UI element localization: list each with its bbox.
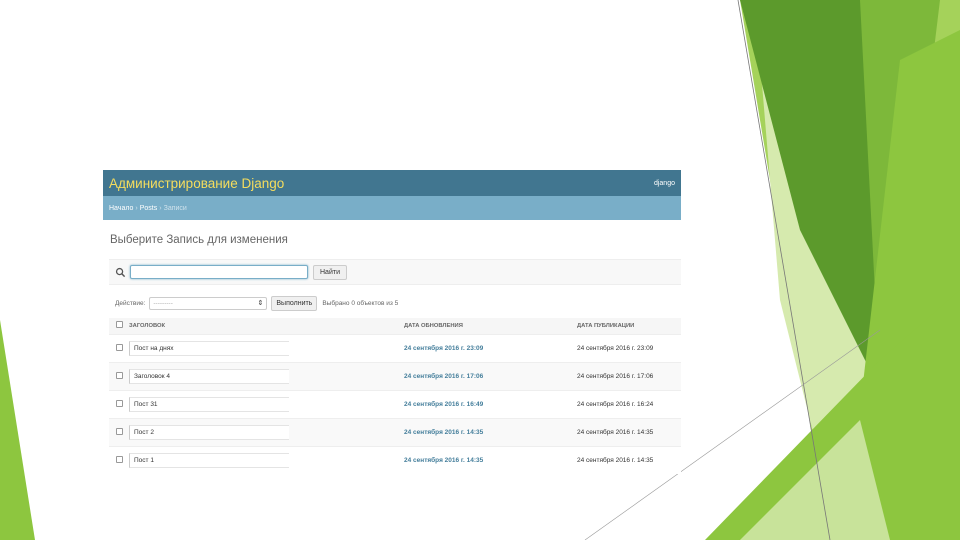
user-name: django <box>653 179 675 187</box>
table-row: Пост 1 24 сентября 2016 г. 14:35 24 сент… <box>109 446 681 474</box>
run-action-button[interactable]: Выполнить <box>271 295 318 311</box>
row-title-field[interactable]: Пост 2 <box>129 424 289 440</box>
row-published: 24 сентября 2016 г. 14:35 <box>577 456 654 464</box>
row-published: 24 сентября 2016 г. 16:24 <box>577 400 654 408</box>
row-title-field[interactable]: Пост 31 <box>129 396 289 412</box>
row-title-field[interactable]: Пост на днях <box>129 340 289 356</box>
row-updated-link[interactable]: 24 сентября 2016 г. 14:35 <box>404 457 483 464</box>
admin-header: Администрирование Django django <box>103 170 681 196</box>
action-select[interactable]: --------- ⇕ <box>149 296 268 310</box>
row-published: 24 сентября 2016 г. 17:06 <box>577 372 654 380</box>
breadcrumb-home[interactable]: Начало <box>109 205 133 212</box>
search-icon <box>115 267 126 277</box>
row-updated-link[interactable]: 24 сентября 2016 г. 17:06 <box>404 373 483 380</box>
site-brand[interactable]: Администрирование Django <box>109 176 284 191</box>
column-header-published[interactable]: Дата публикации <box>577 318 681 335</box>
select-arrows-icon: ⇕ <box>257 300 264 307</box>
table-header-row: Заголовок Дата обновления Дата публикаци… <box>109 318 681 335</box>
actions-bar: Действие: --------- ⇕ Выполнить Выбрано … <box>109 293 681 313</box>
search-bar: Найти <box>109 259 681 285</box>
column-header-updated[interactable]: Дата обновления <box>404 318 577 335</box>
column-header-title[interactable]: Заголовок <box>129 318 404 335</box>
breadcrumb-sep: › <box>135 204 138 212</box>
page-title: Выберите Запись для изменения <box>110 234 288 246</box>
row-title-field[interactable]: Заголовок 4 <box>129 368 289 384</box>
row-checkbox[interactable] <box>116 399 123 407</box>
left-green-shape <box>0 320 35 540</box>
table-row: Пост 2 24 сентября 2016 г. 14:35 24 сент… <box>109 418 681 447</box>
breadcrumb-current: Записи <box>163 204 187 212</box>
table-row: Пост на днях 24 сентября 2016 г. 23:09 2… <box>109 334 681 363</box>
action-select-value: --------- <box>153 299 173 307</box>
search-input[interactable] <box>130 265 308 279</box>
table-row: Заголовок 4 24 сентября 2016 г. 17:06 24… <box>109 362 681 391</box>
row-published: 24 сентября 2016 г. 14:35 <box>577 428 654 436</box>
row-checkbox[interactable] <box>116 343 123 351</box>
breadcrumb-app[interactable]: Posts <box>140 205 158 212</box>
action-label: Действие: <box>115 299 146 307</box>
django-admin-screenshot: Администрирование Django django Начало ›… <box>103 170 681 474</box>
table-row: Пост 31 24 сентября 2016 г. 16:49 24 сен… <box>109 390 681 419</box>
selection-counter: Выбрано 0 объектов из 5 <box>322 299 399 307</box>
row-checkbox[interactable] <box>116 427 123 435</box>
row-title-field[interactable]: Пост 1 <box>129 452 289 468</box>
search-button[interactable]: Найти <box>313 264 347 280</box>
row-checkbox[interactable] <box>116 455 123 463</box>
breadcrumb: Начало › Posts › Записи <box>103 196 681 220</box>
breadcrumb-sep: › <box>159 204 162 212</box>
row-updated-link[interactable]: 24 сентября 2016 г. 23:09 <box>404 345 483 352</box>
row-published: 24 сентября 2016 г. 23:09 <box>577 344 654 352</box>
row-checkbox[interactable] <box>116 371 123 379</box>
row-updated-link[interactable]: 24 сентября 2016 г. 14:35 <box>404 429 483 436</box>
select-all-checkbox[interactable] <box>116 321 123 329</box>
results-table: Заголовок Дата обновления Дата публикаци… <box>109 318 681 474</box>
row-updated-link[interactable]: 24 сентября 2016 г. 16:49 <box>404 401 483 408</box>
